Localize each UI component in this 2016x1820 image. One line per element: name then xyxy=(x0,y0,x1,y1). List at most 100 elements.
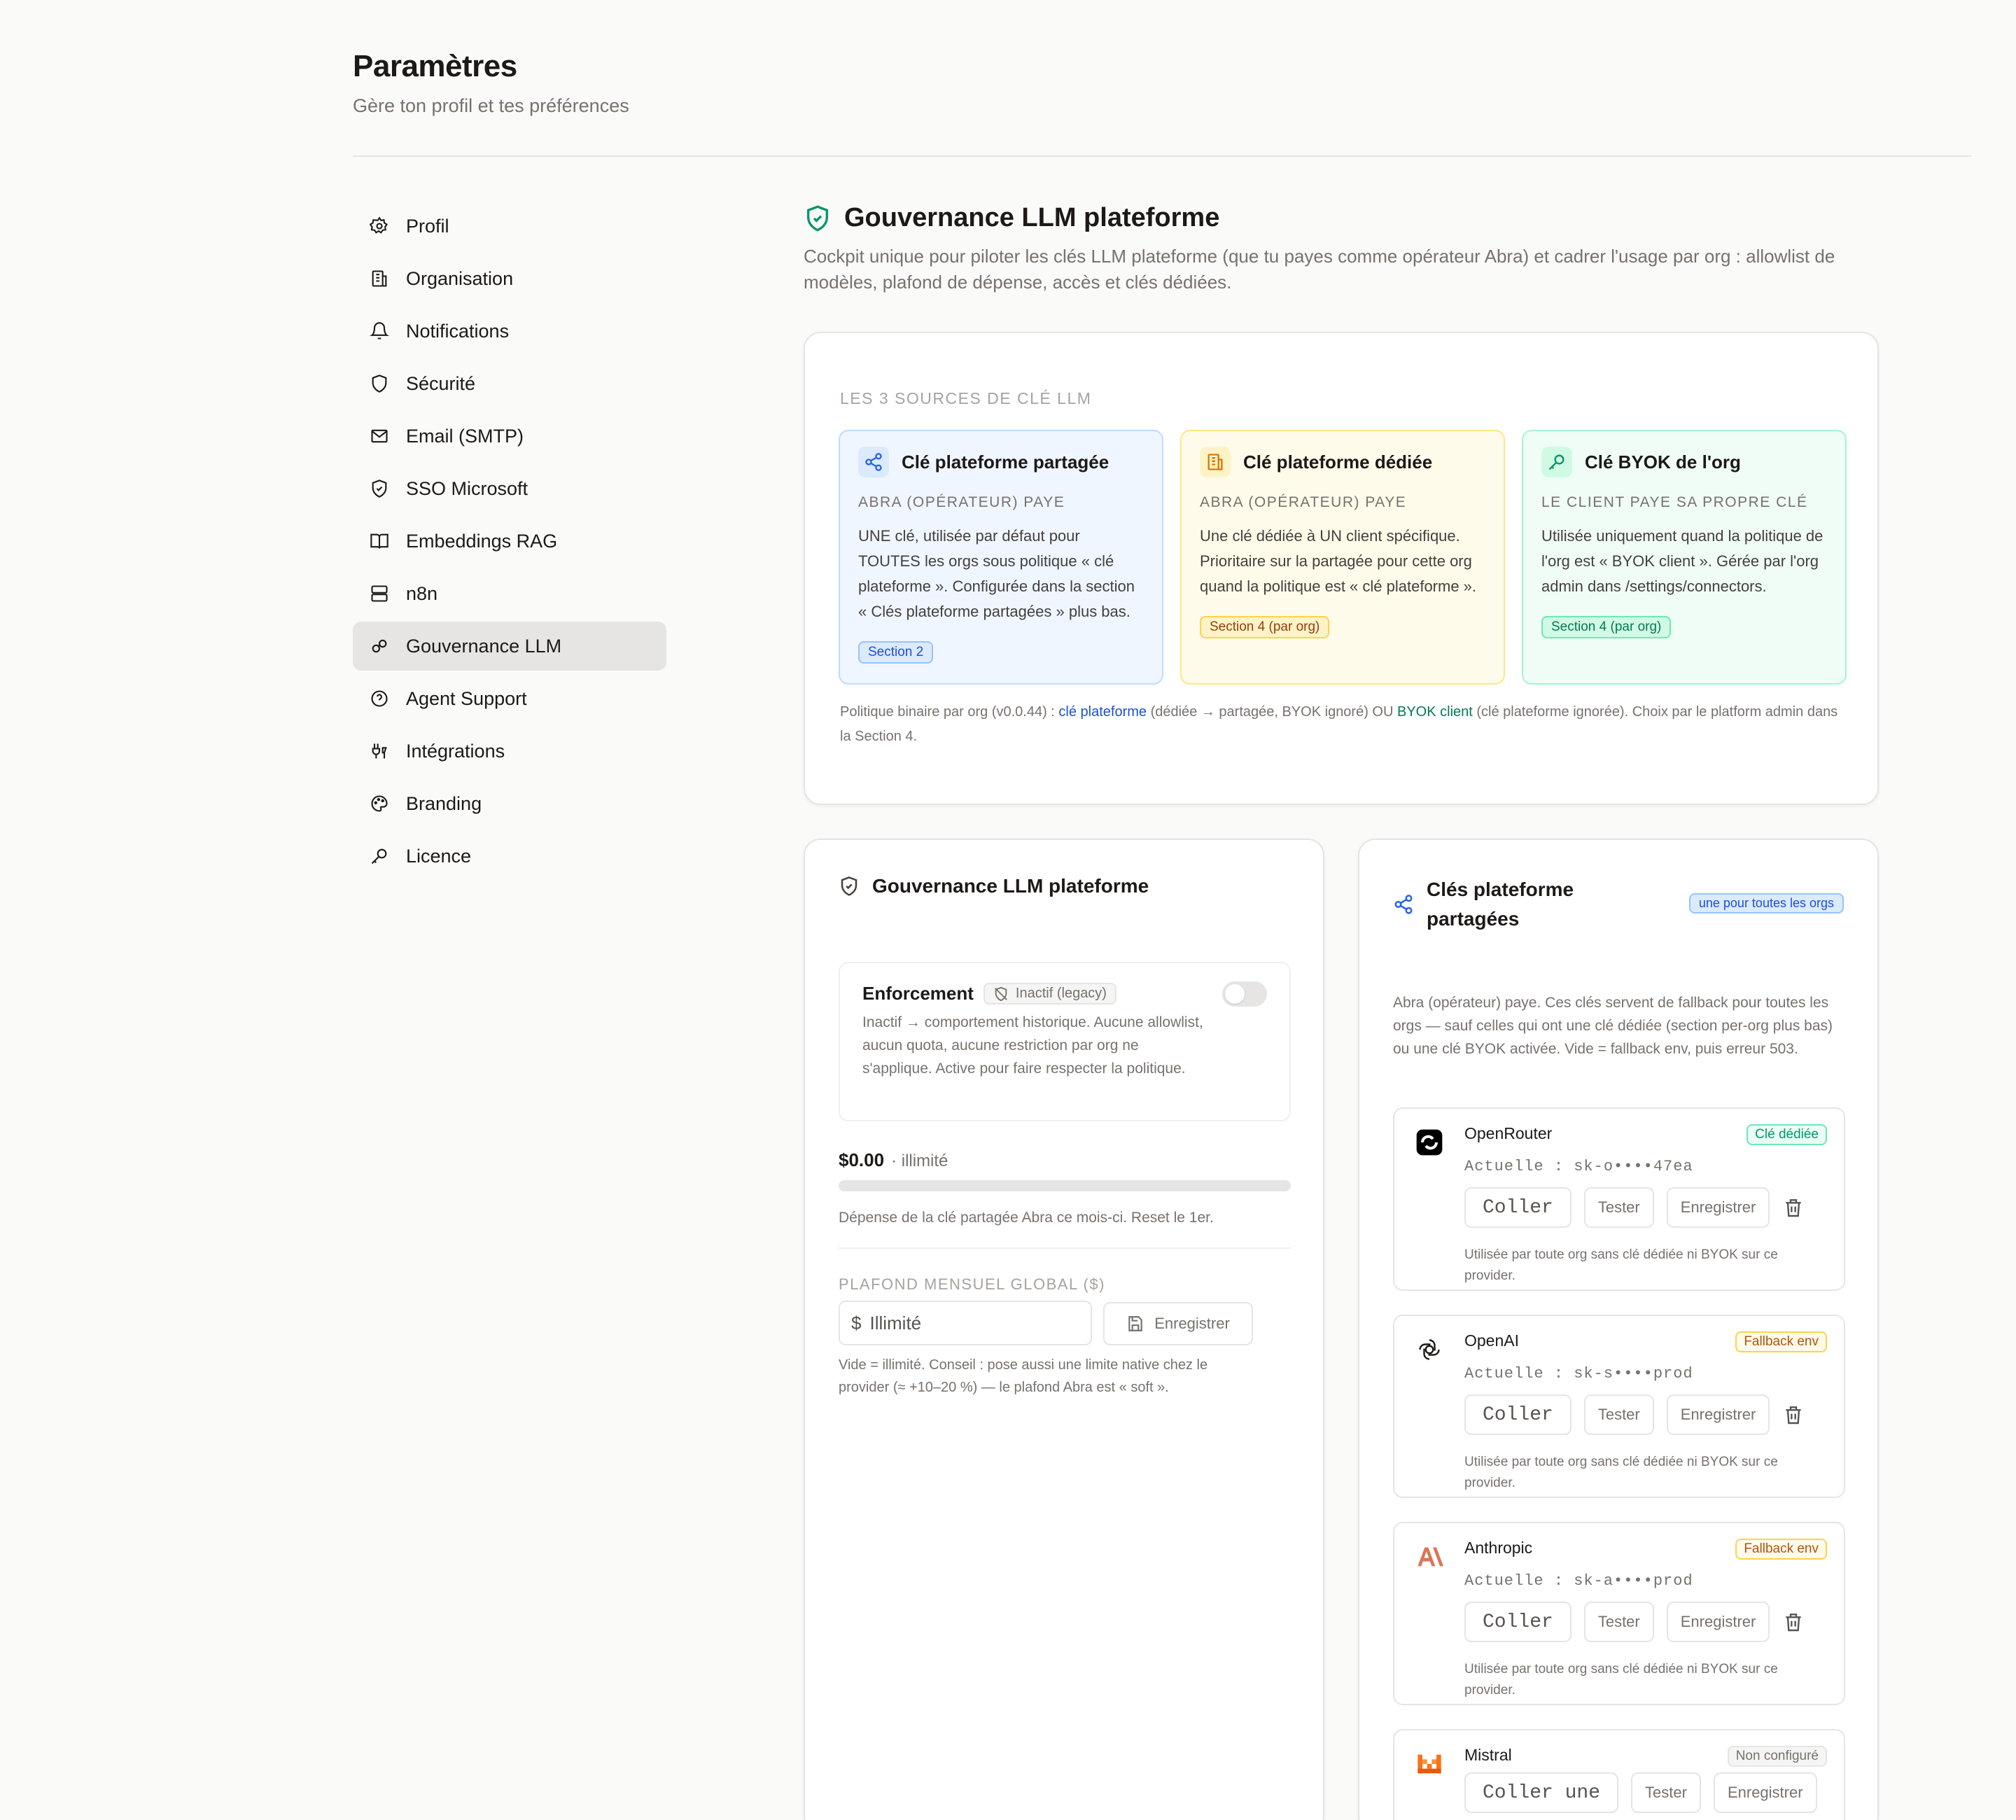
anthropic-logo-icon xyxy=(1414,1541,1445,1572)
enforcement-description: Inactif → comportement historique. Aucun… xyxy=(862,1014,1203,1077)
shared-keys-badge: une pour toutes les orgs xyxy=(1688,893,1844,913)
save-icon xyxy=(1128,1316,1142,1331)
gear-icon xyxy=(370,216,388,234)
section-badge: Section 4 (par org) xyxy=(1200,616,1330,638)
help-circle-icon xyxy=(371,690,388,707)
save-cap-button[interactable]: Enregistrer xyxy=(1103,1302,1253,1345)
shared-keys-description: Abra (opérateur) paye. Ces clés servent … xyxy=(1393,995,1833,1057)
sidebar-item-label: Organisation xyxy=(406,267,514,289)
mistral-logo-icon xyxy=(1414,1749,1445,1779)
sidebar-item-label: Sécurité xyxy=(406,372,476,394)
section-badge: Section 4 (par org) xyxy=(1541,616,1672,638)
provider-openai: OpenAI Fallback env Actuelle : sk-s••••p… xyxy=(1393,1315,1845,1498)
governance-card: Gouvernance LLM plateforme Enforcement I… xyxy=(804,839,1324,1820)
link-icon xyxy=(372,639,387,653)
sidebar-item-label: Gouvernance LLM xyxy=(406,635,562,657)
source-title: Clé plateforme partagée xyxy=(902,451,1110,472)
book-icon xyxy=(370,533,388,549)
provider-mistral: Mistral Non configuré Coller une Tester … xyxy=(1393,1729,1845,1820)
test-button[interactable]: Tester xyxy=(1583,1394,1654,1435)
sidebar-item-agent-support[interactable]: Agent Support xyxy=(353,674,666,723)
paste-key-input[interactable]: Coller xyxy=(1464,1602,1572,1642)
shared-keys-header: Clés plateforme partagées xyxy=(1393,875,1609,934)
trash-icon[interactable] xyxy=(1782,1611,1805,1633)
sidebar-item-n8n[interactable]: n8n xyxy=(353,569,666,618)
sidebar-item-sso[interactable]: SSO Microsoft xyxy=(353,464,666,513)
sidebar-item-label: Notifications xyxy=(406,320,510,342)
key-icon xyxy=(371,848,387,864)
provider-name: OpenRouter xyxy=(1464,1124,1553,1142)
enforcement-toggle[interactable] xyxy=(1222,981,1267,1007)
sidebar-item-securite[interactable]: Sécurité xyxy=(353,359,666,408)
sidebar-item-licence[interactable]: Licence xyxy=(353,832,666,881)
shield-icon xyxy=(372,374,387,393)
provider-openrouter: OpenRouter Clé dédiée Actuelle : sk-o•••… xyxy=(1393,1107,1845,1291)
sidebar-item-profil[interactable]: Profil xyxy=(353,202,666,251)
test-button[interactable]: Tester xyxy=(1631,1772,1701,1813)
sidebar-item-embeddings[interactable]: Embeddings RAG xyxy=(353,517,666,566)
source-title: Clé BYOK de l'org xyxy=(1585,451,1741,472)
building-icon xyxy=(1200,447,1231,477)
divider xyxy=(839,1247,1291,1249)
sidebar-item-label: Branding xyxy=(406,792,482,814)
header-divider xyxy=(353,155,1971,157)
trash-icon[interactable] xyxy=(1782,1404,1805,1426)
save-button[interactable]: Enregistrer xyxy=(1666,1187,1770,1228)
sidebar-item-integrations[interactable]: Intégrations xyxy=(353,727,666,776)
provider-status-badge: Clé dédiée xyxy=(1746,1124,1827,1145)
provider-status-badge: Fallback env xyxy=(1735,1331,1827,1352)
sidebar-item-gouvernance-llm[interactable]: Gouvernance LLM xyxy=(353,622,666,671)
shared-keys-title: Clés plateforme partagées xyxy=(1427,878,1574,930)
spend-amount: $0.00 xyxy=(839,1149,885,1170)
paste-key-input[interactable]: Coller une xyxy=(1464,1772,1619,1813)
section-description: Cockpit unique pour piloter les clés LLM… xyxy=(804,246,1835,293)
key-sources-card: LES 3 SOURCES DE CLÉ LLM Clé plateforme … xyxy=(804,332,1879,805)
enforcement-label: Enforcement xyxy=(862,983,974,1004)
sidebar-item-email[interactable]: Email (SMTP) xyxy=(353,412,666,461)
source-byok: Clé BYOK de l'org LE CLIENT PAYE SA PROP… xyxy=(1522,430,1847,685)
sources-overline: LES 3 SOURCES DE CLÉ LLM xyxy=(840,389,1092,407)
sidebar-item-label: n8n xyxy=(406,582,438,604)
shared-keys-card: Clés plateforme partagées une pour toute… xyxy=(1358,839,1879,1820)
spend-description: Dépense de la clé partagée Abra ce mois-… xyxy=(839,1210,1214,1226)
source-body: UNE clé, utilisée par défaut pour TOUTES… xyxy=(858,527,1135,620)
palette-icon xyxy=(371,795,388,812)
spend-suffix: · illimité xyxy=(891,1152,948,1170)
sidebar-item-organisation[interactable]: Organisation xyxy=(353,254,666,303)
provider-status-badge: Fallback env xyxy=(1735,1539,1827,1560)
sidebar-item-branding[interactable]: Branding xyxy=(353,779,666,828)
cap-placeholder: Illimité xyxy=(869,1312,922,1334)
source-dedicated: Clé plateforme dédiée ABRA (OPÉRATEUR) P… xyxy=(1180,430,1505,685)
current-key: Actuelle : sk-o••••47ea xyxy=(1464,1158,1693,1175)
shield-check-icon xyxy=(841,876,858,896)
save-button[interactable]: Enregistrer xyxy=(1666,1602,1770,1642)
source-title: Clé plateforme dédiée xyxy=(1243,451,1433,472)
policy-note: Politique binaire par org (v0.0.44) : cl… xyxy=(840,704,1838,744)
sidebar-item-label: Agent Support xyxy=(406,687,527,709)
provider-anthropic: Anthropic Fallback env Actuelle : sk-a••… xyxy=(1393,1522,1845,1705)
page-subtitle: Gère ton profil et tes préférences xyxy=(353,95,629,116)
trash-icon[interactable] xyxy=(1782,1196,1805,1219)
sidebar-item-label: Profil xyxy=(406,215,449,237)
openrouter-logo-icon xyxy=(1414,1127,1445,1158)
provider-name: Anthropic xyxy=(1464,1539,1533,1557)
cap-input[interactable]: $ Illimité xyxy=(839,1301,1092,1345)
source-payer: LE CLIENT PAYE SA PROPRE CLÉ xyxy=(1541,494,1808,510)
save-button[interactable]: Enregistrer xyxy=(1713,1772,1817,1813)
test-button[interactable]: Tester xyxy=(1583,1187,1654,1228)
share-icon xyxy=(1394,895,1413,914)
save-button[interactable]: Enregistrer xyxy=(1666,1394,1770,1435)
plug-icon xyxy=(372,743,387,759)
paste-key-input[interactable]: Coller xyxy=(1464,1187,1572,1228)
source-body: Une clé dédiée à UN client spécifique. P… xyxy=(1200,527,1477,595)
paste-key-input[interactable]: Coller xyxy=(1464,1394,1572,1435)
governance-title: Gouvernance LLM plateforme xyxy=(872,875,1149,897)
source-payer: ABRA (OPÉRATEUR) PAYE xyxy=(858,494,1065,510)
openai-logo-icon xyxy=(1414,1334,1445,1365)
sidebar-item-label: Embeddings RAG xyxy=(406,530,558,552)
test-button[interactable]: Tester xyxy=(1583,1602,1654,1642)
source-body: Utilisée uniquement quand la politique d… xyxy=(1541,527,1823,595)
sidebar-item-notifications[interactable]: Notifications xyxy=(353,307,666,356)
provider-help: Utilisée par toute org sans clé dédiée n… xyxy=(1464,1662,1778,1698)
sidebar-item-label: Licence xyxy=(406,845,472,867)
